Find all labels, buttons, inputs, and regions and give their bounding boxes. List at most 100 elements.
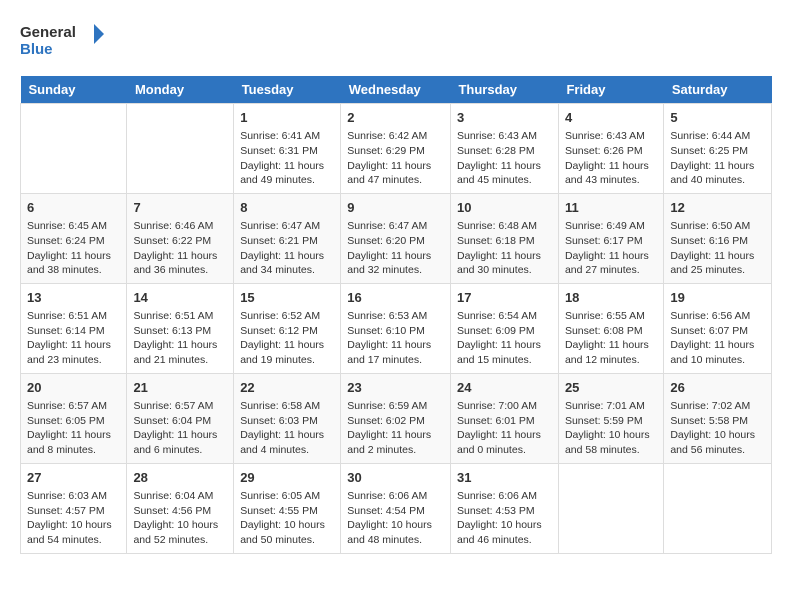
cell-info: Daylight: 11 hours and 27 minutes. — [565, 249, 657, 278]
cell-info: Sunrise: 6:43 AM — [457, 129, 552, 144]
calendar-week-row: 1Sunrise: 6:41 AMSunset: 6:31 PMDaylight… — [21, 104, 772, 194]
cell-info: Daylight: 10 hours and 54 minutes. — [27, 518, 120, 547]
cell-info: Sunset: 6:20 PM — [347, 234, 444, 249]
cell-info: Sunrise: 6:45 AM — [27, 219, 120, 234]
day-number: 12 — [670, 199, 765, 217]
cell-info: Daylight: 11 hours and 21 minutes. — [133, 338, 227, 367]
calendar-cell: 30Sunrise: 6:06 AMSunset: 4:54 PMDayligh… — [341, 463, 451, 553]
cell-info: Sunset: 6:25 PM — [670, 144, 765, 159]
calendar-cell: 16Sunrise: 6:53 AMSunset: 6:10 PMDayligh… — [341, 283, 451, 373]
cell-info: Daylight: 11 hours and 23 minutes. — [27, 338, 120, 367]
cell-info: Sunset: 4:55 PM — [240, 504, 334, 519]
logo-svg: General Blue — [20, 20, 110, 60]
cell-info: Daylight: 11 hours and 6 minutes. — [133, 428, 227, 457]
cell-info: Sunrise: 7:01 AM — [565, 399, 657, 414]
cell-info: Daylight: 10 hours and 58 minutes. — [565, 428, 657, 457]
cell-info: Sunset: 6:02 PM — [347, 414, 444, 429]
cell-info: Sunset: 6:13 PM — [133, 324, 227, 339]
day-number: 4 — [565, 109, 657, 127]
svg-text:General: General — [20, 24, 76, 41]
cell-info: Sunrise: 7:00 AM — [457, 399, 552, 414]
logo: General Blue — [20, 20, 110, 60]
cell-info: Sunset: 4:56 PM — [133, 504, 227, 519]
calendar-cell — [664, 463, 772, 553]
day-number: 17 — [457, 289, 552, 307]
day-number: 22 — [240, 379, 334, 397]
cell-info: Sunset: 6:14 PM — [27, 324, 120, 339]
cell-info: Sunset: 6:03 PM — [240, 414, 334, 429]
calendar-cell: 2Sunrise: 6:42 AMSunset: 6:29 PMDaylight… — [341, 104, 451, 194]
calendar-cell: 1Sunrise: 6:41 AMSunset: 6:31 PMDaylight… — [234, 104, 341, 194]
cell-info: Daylight: 10 hours and 56 minutes. — [670, 428, 765, 457]
day-number: 1 — [240, 109, 334, 127]
day-number: 16 — [347, 289, 444, 307]
day-number: 27 — [27, 469, 120, 487]
day-number: 29 — [240, 469, 334, 487]
cell-info: Sunrise: 6:55 AM — [565, 309, 657, 324]
cell-info: Sunset: 6:16 PM — [670, 234, 765, 249]
cell-info: Sunset: 6:26 PM — [565, 144, 657, 159]
day-number: 9 — [347, 199, 444, 217]
day-number: 23 — [347, 379, 444, 397]
calendar-cell: 12Sunrise: 6:50 AMSunset: 6:16 PMDayligh… — [664, 193, 772, 283]
calendar-cell: 9Sunrise: 6:47 AMSunset: 6:20 PMDaylight… — [341, 193, 451, 283]
cell-info: Sunrise: 6:43 AM — [565, 129, 657, 144]
cell-info: Sunset: 6:10 PM — [347, 324, 444, 339]
calendar-cell: 4 Sunrise: 6:43 AMSunset: 6:26 PMDaylight… — [558, 104, 663, 194]
day-number: 15 — [240, 289, 334, 307]
svg-text:Blue: Blue — [20, 41, 53, 58]
calendar-cell: 26Sunrise: 7:02 AMSunset: 5:58 PMDayligh… — [664, 373, 772, 463]
weekday-header: Monday — [127, 76, 234, 104]
calendar-week-row: 20Sunrise: 6:57 AMSunset: 6:05 PMDayligh… — [21, 373, 772, 463]
cell-info: Sunset: 6:22 PM — [133, 234, 227, 249]
cell-info: Daylight: 11 hours and 49 minutes. — [240, 159, 334, 188]
page-header: General Blue — [20, 20, 772, 60]
weekday-header: Wednesday — [341, 76, 451, 104]
weekday-header: Friday — [558, 76, 663, 104]
cell-info: Sunrise: 6:52 AM — [240, 309, 334, 324]
calendar-cell: 5Sunrise: 6:44 AMSunset: 6:25 PMDaylight… — [664, 104, 772, 194]
cell-info: Sunset: 6:31 PM — [240, 144, 334, 159]
calendar-cell: 31Sunrise: 6:06 AMSunset: 4:53 PMDayligh… — [450, 463, 558, 553]
cell-info: Sunrise: 6:04 AM — [133, 489, 227, 504]
calendar-cell: 24Sunrise: 7:00 AMSunset: 6:01 PMDayligh… — [450, 373, 558, 463]
calendar-cell: 3Sunrise: 6:43 AMSunset: 6:28 PMDaylight… — [450, 104, 558, 194]
day-number: 8 — [240, 199, 334, 217]
cell-info: Daylight: 11 hours and 4 minutes. — [240, 428, 334, 457]
day-number: 18 — [565, 289, 657, 307]
cell-info: Daylight: 11 hours and 0 minutes. — [457, 428, 552, 457]
cell-info: Daylight: 11 hours and 17 minutes. — [347, 338, 444, 367]
cell-info: Sunset: 4:57 PM — [27, 504, 120, 519]
day-number: 13 — [27, 289, 120, 307]
cell-info: Daylight: 11 hours and 43 minutes. — [565, 159, 657, 188]
cell-info: Sunset: 5:59 PM — [565, 414, 657, 429]
cell-info: Daylight: 11 hours and 25 minutes. — [670, 249, 765, 278]
cell-info: Daylight: 11 hours and 12 minutes. — [565, 338, 657, 367]
calendar-cell: 22Sunrise: 6:58 AMSunset: 6:03 PMDayligh… — [234, 373, 341, 463]
weekday-header: Tuesday — [234, 76, 341, 104]
cell-info: Sunset: 6:17 PM — [565, 234, 657, 249]
calendar-cell: 6Sunrise: 6:45 AMSunset: 6:24 PMDaylight… — [21, 193, 127, 283]
cell-info: Sunset: 5:58 PM — [670, 414, 765, 429]
cell-info: Sunset: 6:04 PM — [133, 414, 227, 429]
calendar-cell — [558, 463, 663, 553]
calendar-week-row: 13Sunrise: 6:51 AMSunset: 6:14 PMDayligh… — [21, 283, 772, 373]
cell-info: Daylight: 11 hours and 2 minutes. — [347, 428, 444, 457]
cell-info: Sunset: 6:12 PM — [240, 324, 334, 339]
cell-info: Sunrise: 6:47 AM — [240, 219, 334, 234]
cell-info: Daylight: 10 hours and 46 minutes. — [457, 518, 552, 547]
calendar-cell: 23Sunrise: 6:59 AMSunset: 6:02 PMDayligh… — [341, 373, 451, 463]
calendar-cell — [21, 104, 127, 194]
cell-info: Daylight: 11 hours and 45 minutes. — [457, 159, 552, 188]
calendar-cell: 25Sunrise: 7:01 AMSunset: 5:59 PMDayligh… — [558, 373, 663, 463]
day-number: 30 — [347, 469, 444, 487]
cell-info: Sunrise: 6:42 AM — [347, 129, 444, 144]
day-number: 26 — [670, 379, 765, 397]
calendar-cell: 10Sunrise: 6:48 AMSunset: 6:18 PMDayligh… — [450, 193, 558, 283]
calendar-cell: 14Sunrise: 6:51 AMSunset: 6:13 PMDayligh… — [127, 283, 234, 373]
day-number: 31 — [457, 469, 552, 487]
day-number: 10 — [457, 199, 552, 217]
calendar-cell: 19Sunrise: 6:56 AMSunset: 6:07 PMDayligh… — [664, 283, 772, 373]
cell-info: Sunrise: 6:48 AM — [457, 219, 552, 234]
day-number: 3 — [457, 109, 552, 127]
